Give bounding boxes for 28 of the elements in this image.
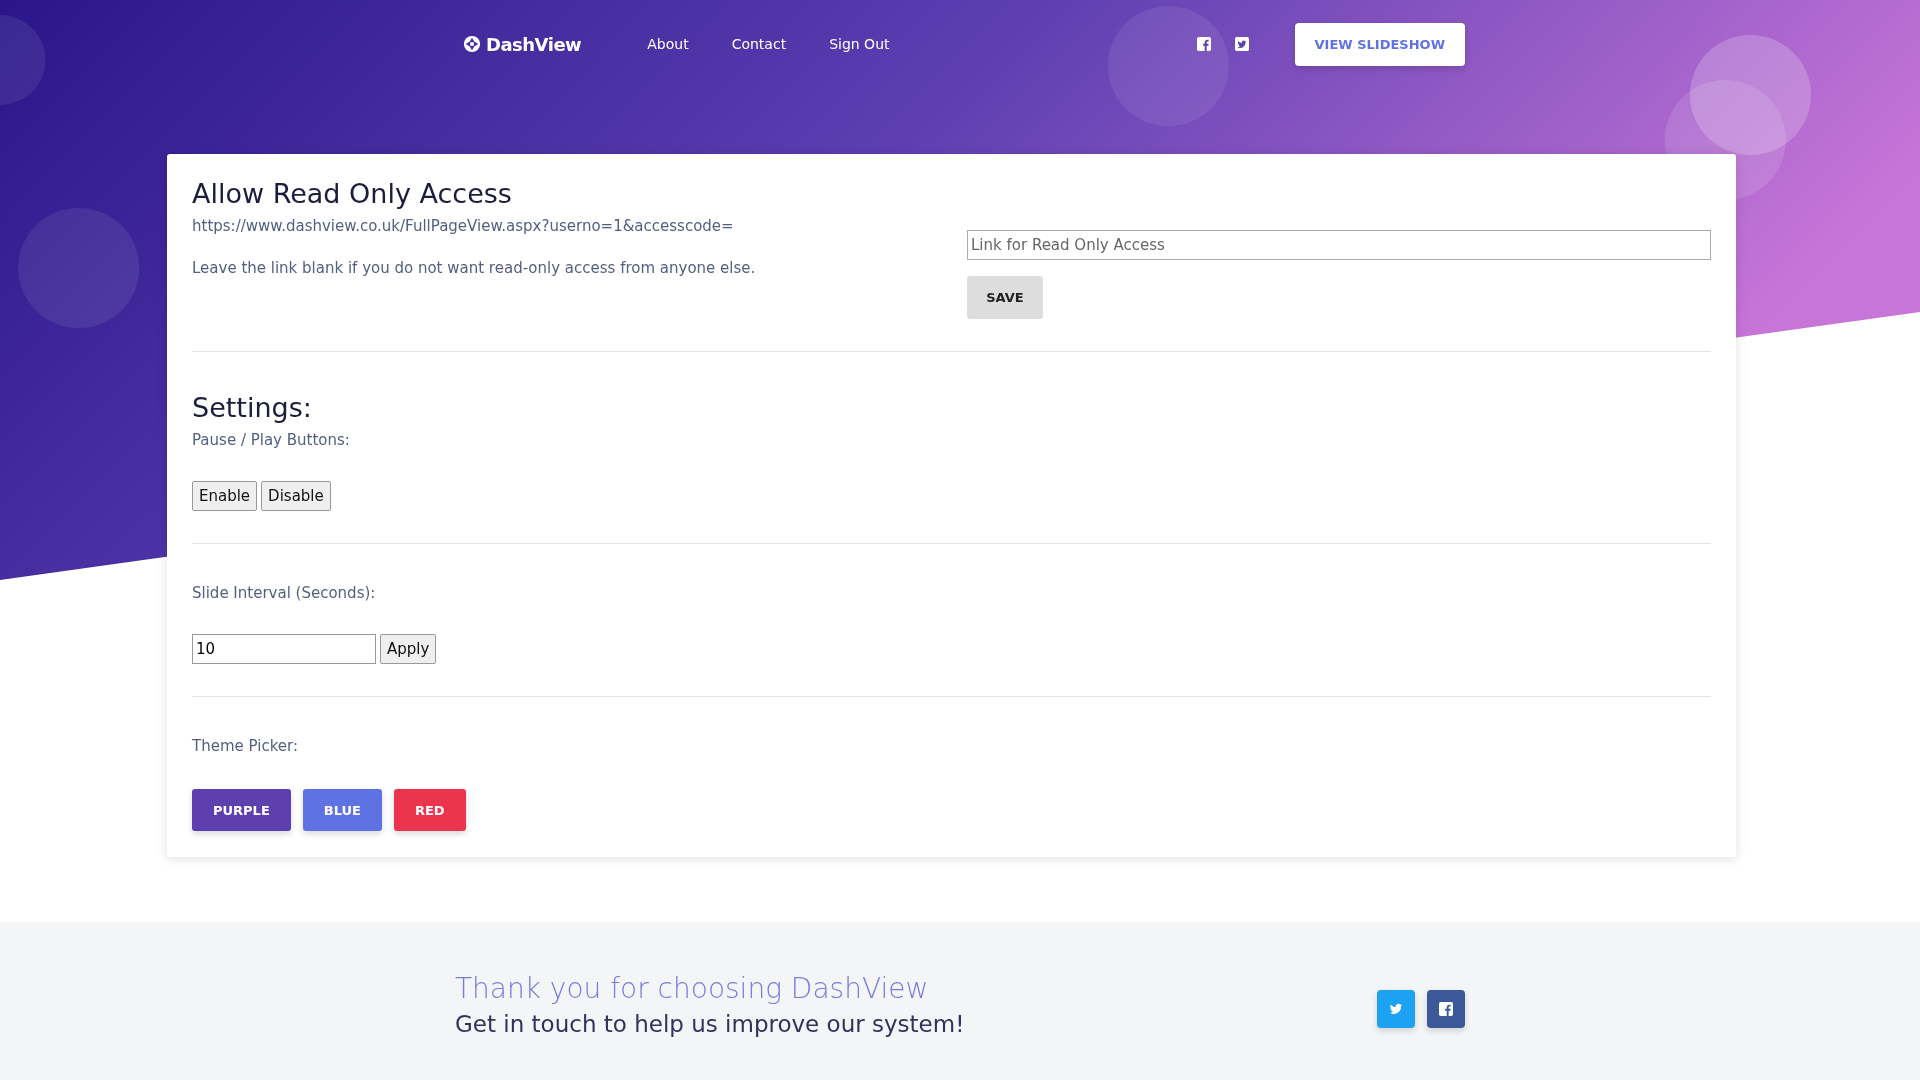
theme-label: Theme Picker: — [192, 737, 299, 755]
theme-button[interactable]: RED — [393, 789, 466, 831]
save-button[interactable]: SAVE — [967, 276, 1043, 319]
nav-link[interactable]: Sign Out — [829, 36, 890, 52]
nav-link[interactable]: About — [647, 36, 689, 52]
theme-button[interactable]: PURPLE — [192, 789, 291, 831]
brand-name[interactable]: DashView — [486, 33, 582, 55]
facebook-button[interactable] — [1427, 990, 1465, 1028]
link-input-field[interactable]: Link for Read Only Access — [967, 230, 1711, 260]
theme-button[interactable]: BLUE — [302, 789, 382, 831]
interval-input-field[interactable]: 10 — [192, 634, 376, 664]
toggle-button[interactable]: Enable — [192, 481, 258, 511]
access-url: https://www.dashview.co.uk/FullPageView.aspx?userno=1&accesscode= — [192, 217, 735, 235]
nav-link[interactable]: Contact — [731, 36, 787, 52]
section-title: Settings: — [192, 392, 313, 423]
pause-label: Pause / Play Buttons: — [192, 431, 351, 449]
view-slideshow-button[interactable]: VIEW SLIDESHOW — [1294, 22, 1465, 66]
twitter-icon — [1389, 1002, 1403, 1016]
twitter-button[interactable] — [1377, 990, 1415, 1028]
footer-title: Thank you for choosing DashView — [455, 972, 930, 1005]
access-note: Leave the link blank if you do not want read-only access from anyone else. — [192, 259, 757, 277]
facebook-icon — [1439, 1002, 1453, 1016]
logo-icon — [463, 35, 481, 53]
section-title: Allow Read Only Access — [192, 178, 513, 209]
interval-label: Slide Interval (Seconds): — [192, 584, 377, 602]
apply-button[interactable]: Apply — [380, 634, 437, 664]
toggle-button[interactable]: Disable — [261, 481, 331, 511]
footer-subtitle: Get in touch to help us improve our system! — [455, 1011, 965, 1037]
